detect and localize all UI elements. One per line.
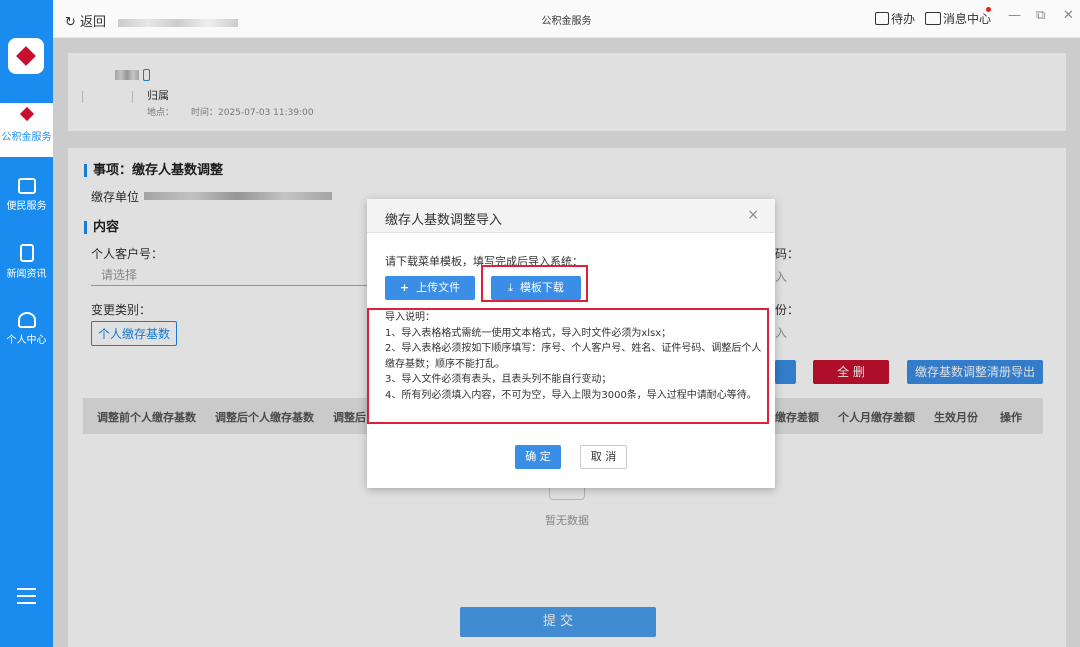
sidebar-item-label: 新闻资讯	[6, 269, 47, 280]
sidebar-item-label: 个人中心	[6, 335, 47, 346]
messages-button[interactable]: 消息中心	[925, 10, 991, 27]
notes-heading: 导入说明：	[385, 312, 435, 323]
todo-button[interactable]: 待办	[875, 10, 915, 27]
cancel-button[interactable]: 取 消	[580, 445, 627, 469]
upload-file-button[interactable]: + 上传文件	[385, 276, 475, 300]
import-dialog: 缴存人基数调整导入 × 请下载菜单模板，填写完成后导入系统： + 上传文件 ⤓ …	[367, 199, 775, 488]
highlight-frame-template	[481, 265, 588, 302]
housing-fund-icon	[19, 106, 35, 125]
todo-icon	[875, 12, 889, 25]
sidebar-item-label: 便民服务	[6, 201, 47, 212]
hamburger-menu-icon[interactable]	[17, 588, 36, 604]
dialog-header: 缴存人基数调整导入 ×	[367, 199, 775, 233]
sidebar-item-housing-fund[interactable]: 公积金服务	[0, 103, 53, 157]
confirm-button[interactable]: 确 定	[515, 445, 561, 469]
breadcrumb-blurred	[118, 18, 239, 27]
sidebar-item-label: 公积金服务	[1, 132, 52, 143]
notes-item: 2、导入表格必须按如下顺序填写：序号、个人客户号、姓名、证件号码、调整后个人缴存…	[385, 343, 762, 370]
sidebar-item-convenience[interactable]: 便民服务	[0, 172, 53, 226]
briefcase-icon	[17, 178, 36, 194]
user-icon	[17, 312, 36, 328]
close-window-button[interactable]: ✕	[1063, 8, 1074, 23]
app-logo	[8, 38, 44, 74]
sidebar-item-personal[interactable]: 个人中心	[0, 306, 53, 360]
sidebar-item-news[interactable]: 新闻资讯	[0, 238, 53, 292]
notification-dot	[986, 7, 991, 12]
news-icon	[19, 244, 34, 262]
close-icon[interactable]: ×	[747, 207, 759, 223]
back-button[interactable]: ↻ 返回	[65, 11, 239, 30]
dialog-title: 缴存人基数调整导入	[385, 213, 503, 228]
mail-icon	[925, 12, 941, 25]
notes-item: 1、导入表格格式需统一使用文本格式，导入时文件必须为xlsx；	[385, 327, 672, 339]
notes-item: 3、导入文件必须有表头，且表头列不能自行变动；	[385, 374, 612, 385]
notes-item: 4、所有列必须填入内容，不可为空，导入上限为3000条，导入过程中请耐心等待。	[385, 389, 757, 401]
sidebar: 公积金服务 便民服务 新闻资讯 个人中心	[0, 0, 53, 647]
restore-button[interactable]: ⧉	[1036, 8, 1045, 23]
plus-icon: +	[399, 281, 410, 294]
refresh-back-icon: ↻	[65, 15, 76, 30]
top-bar: ↻ 返回 公积金服务 待办 消息中心 — ⧉ ✕	[53, 0, 1080, 38]
import-notes: 导入说明： 1、导入表格格式需统一使用文本格式，导入时文件必须为xlsx； 2、…	[385, 310, 767, 403]
minimize-button[interactable]: —	[1008, 8, 1021, 23]
